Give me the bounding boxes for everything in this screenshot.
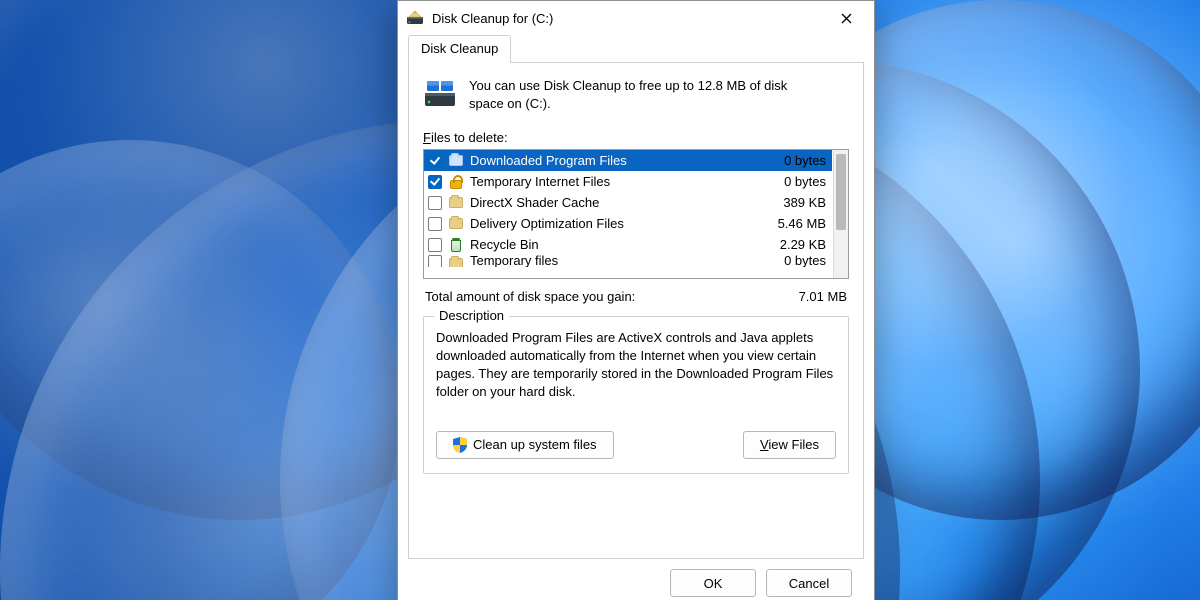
- button-label: Clean up system files: [473, 437, 597, 452]
- list-item-label: Delivery Optimization Files: [470, 216, 772, 231]
- intro-text: You can use Disk Cleanup to free up to 1…: [469, 77, 809, 112]
- ok-button[interactable]: OK: [670, 569, 756, 597]
- list-item-size: 2.29 KB: [780, 237, 826, 252]
- folder-icon: [448, 153, 464, 169]
- list-item-label: Temporary files: [470, 255, 778, 267]
- scrollbar-thumb[interactable]: [836, 154, 846, 230]
- folder-icon: [448, 195, 464, 211]
- cleanup-system-files-button[interactable]: Clean up system files: [436, 431, 614, 459]
- list-item-size: 389 KB: [783, 195, 826, 210]
- window-title: Disk Cleanup for (C:): [432, 11, 553, 26]
- drive-icon: [423, 77, 457, 111]
- list-item[interactable]: Recycle Bin 2.29 KB: [424, 234, 832, 255]
- shield-icon: [453, 437, 467, 453]
- list-item-label: Recycle Bin: [470, 237, 774, 252]
- checkbox[interactable]: [428, 154, 442, 168]
- intro-row: You can use Disk Cleanup to free up to 1…: [423, 77, 849, 112]
- description-legend: Description: [434, 308, 509, 323]
- total-row: Total amount of disk space you gain: 7.0…: [425, 289, 847, 304]
- folder-icon: [448, 216, 464, 232]
- desktop-wallpaper: Disk Cleanup for (C:) Disk Cleanup: [0, 0, 1200, 600]
- lock-icon: [448, 174, 464, 190]
- close-button[interactable]: [824, 3, 868, 33]
- tabstrip: Disk Cleanup: [408, 35, 864, 63]
- checkbox[interactable]: [428, 238, 442, 252]
- list-item-size: 0 bytes: [784, 174, 826, 189]
- client-area: Disk Cleanup: [398, 35, 874, 600]
- list-item-label: Downloaded Program Files: [470, 153, 778, 168]
- description-group: Description Downloaded Program Files are…: [423, 316, 849, 474]
- button-label: View Files: [760, 437, 819, 452]
- dialog-footer: OK Cancel: [408, 559, 864, 600]
- button-label: OK: [704, 576, 723, 591]
- scrollbar[interactable]: [833, 150, 848, 278]
- checkbox[interactable]: [428, 255, 442, 267]
- disk-cleanup-icon: [406, 9, 424, 27]
- files-listbox[interactable]: Downloaded Program Files 0 bytes Tempora…: [423, 149, 849, 279]
- button-label: Cancel: [789, 576, 829, 591]
- tab-body: You can use Disk Cleanup to free up to 1…: [408, 63, 864, 559]
- total-value: 7.01 MB: [799, 289, 847, 304]
- description-text: Downloaded Program Files are ActiveX con…: [436, 329, 836, 401]
- close-icon: [841, 13, 852, 24]
- checkbox[interactable]: [428, 217, 442, 231]
- folder-icon: [448, 255, 464, 267]
- list-item-label: Temporary Internet Files: [470, 174, 778, 189]
- list-item-size: 0 bytes: [784, 255, 826, 267]
- cancel-button[interactable]: Cancel: [766, 569, 852, 597]
- recycle-bin-icon: [448, 237, 464, 253]
- view-files-button[interactable]: View Files: [743, 431, 836, 459]
- list-item-size: 5.46 MB: [778, 216, 826, 231]
- list-item[interactable]: Temporary files 0 bytes: [424, 255, 832, 267]
- tab-disk-cleanup[interactable]: Disk Cleanup: [408, 35, 511, 63]
- total-label: Total amount of disk space you gain:: [425, 289, 635, 304]
- checkbox[interactable]: [428, 175, 442, 189]
- list-item-label: DirectX Shader Cache: [470, 195, 777, 210]
- titlebar[interactable]: Disk Cleanup for (C:): [398, 1, 874, 35]
- list-item[interactable]: Downloaded Program Files 0 bytes: [424, 150, 832, 171]
- list-item[interactable]: DirectX Shader Cache 389 KB: [424, 192, 832, 213]
- list-item[interactable]: Delivery Optimization Files 5.46 MB: [424, 213, 832, 234]
- list-item-size: 0 bytes: [784, 153, 826, 168]
- files-to-delete-label: Files to delete:: [423, 130, 849, 145]
- list-item[interactable]: Temporary Internet Files 0 bytes: [424, 171, 832, 192]
- disk-cleanup-window: Disk Cleanup for (C:) Disk Cleanup: [397, 0, 875, 600]
- checkbox[interactable]: [428, 196, 442, 210]
